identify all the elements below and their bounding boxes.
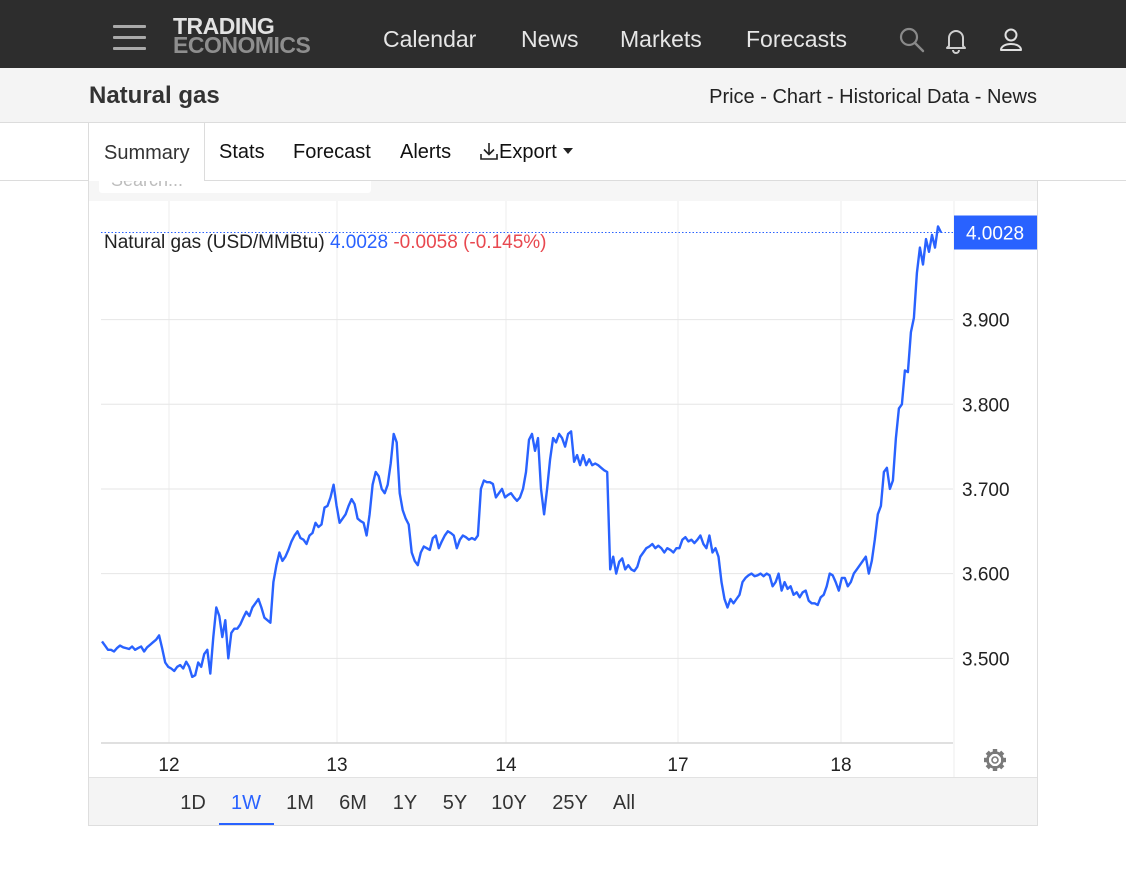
chart-search-input[interactable]: Search...	[99, 181, 371, 193]
trading-economics-logo[interactable]: TRADING ECONOMICS	[173, 15, 311, 58]
chart-toolbar: Search...	[89, 181, 1037, 201]
user-icon[interactable]	[997, 26, 1025, 54]
x-tick-label: 12	[158, 755, 179, 776]
tab-forecast[interactable]: Forecast	[293, 141, 371, 164]
tab-export-label: Export	[499, 141, 557, 163]
tab-summary[interactable]: Summary	[88, 123, 205, 181]
range-button-6m[interactable]: 6M	[338, 792, 368, 815]
y-tick-label: 3.500	[962, 649, 1010, 670]
range-button-all[interactable]: All	[609, 792, 639, 815]
bell-icon[interactable]	[942, 26, 970, 54]
range-button-10y[interactable]: 10Y	[489, 792, 529, 815]
y-tick-label: 3.600	[962, 565, 1010, 586]
gear-icon-ring	[986, 751, 1004, 769]
gear-icon[interactable]	[984, 749, 1006, 771]
range-button-1m[interactable]: 1M	[285, 792, 315, 815]
search-icon[interactable]	[898, 26, 926, 54]
page-title: Natural gas	[89, 82, 220, 109]
x-tick-label: 13	[326, 755, 347, 776]
nav-link-forecasts[interactable]: Forecasts	[746, 26, 847, 53]
page-section-links: Price - Chart - Historical Data - News	[709, 86, 1037, 109]
page-header: Natural gas Price - Chart - Historical D…	[0, 68, 1126, 123]
range-button-1w[interactable]: 1W	[231, 792, 261, 815]
range-active-underline	[219, 823, 274, 825]
top-navigation: TRADING ECONOMICS Calendar News Markets …	[0, 0, 1126, 68]
price-chart[interactable]: 12 13 14 17 18 3.500 3.600 3.700 3.800 3.900 4.002…	[89, 181, 1037, 777]
nav-link-markets[interactable]: Markets	[620, 26, 702, 53]
logo-line2: ECONOMICS	[173, 32, 311, 58]
link-historical-data[interactable]: Historical Data	[839, 86, 969, 108]
tab-stats[interactable]: Stats	[219, 141, 265, 164]
legend-name: Natural gas (USD/MMBtu)	[104, 232, 330, 253]
tab-export[interactable]: Export	[479, 141, 574, 164]
range-selector: 1D 1W 1M 6M 1Y 5Y 10Y 25Y All	[89, 777, 1037, 825]
link-chart[interactable]: Chart	[772, 86, 821, 108]
chart-container: Search... 12 13 14 17 18 3.500 3.600 3.700 3.800…	[88, 181, 1038, 826]
range-button-5y[interactable]: 5Y	[440, 792, 470, 815]
tab-summary-label: Summary	[104, 142, 190, 164]
y-tick-label: 3.900	[962, 311, 1010, 332]
nav-link-news[interactable]: News	[521, 26, 579, 53]
range-button-1y[interactable]: 1Y	[390, 792, 420, 815]
x-tick-label: 14	[495, 755, 517, 776]
nav-link-calendar[interactable]: Calendar	[383, 26, 476, 53]
chart-legend: Natural gas (USD/MMBtu) 4.0028 -0.0058 (…	[104, 232, 547, 253]
link-separator: -	[969, 86, 987, 108]
link-price[interactable]: Price	[709, 86, 755, 108]
link-news[interactable]: News	[987, 86, 1037, 108]
y-tick-label: 3.700	[962, 480, 1010, 501]
link-separator: -	[821, 86, 840, 108]
hamburger-menu-icon[interactable]	[113, 25, 147, 51]
range-button-1d[interactable]: 1D	[178, 792, 208, 815]
y-tick-label: 3.800	[962, 395, 1010, 416]
caret-down-icon	[563, 148, 574, 154]
x-tick-label: 18	[830, 755, 851, 776]
x-tick-label: 17	[667, 755, 688, 776]
last-price-badge-label: 4.0028	[966, 224, 1024, 245]
legend-last-value: 4.0028	[330, 232, 393, 253]
range-button-25y[interactable]: 25Y	[550, 792, 590, 815]
link-separator: -	[754, 86, 773, 108]
tab-bar: Summary Stats Forecast Alerts Export	[0, 123, 1126, 181]
download-icon	[480, 143, 498, 160]
legend-change: -0.0058 (-0.145%)	[393, 232, 546, 253]
tab-alerts[interactable]: Alerts	[400, 141, 451, 164]
gear-icon-hub	[991, 756, 999, 764]
